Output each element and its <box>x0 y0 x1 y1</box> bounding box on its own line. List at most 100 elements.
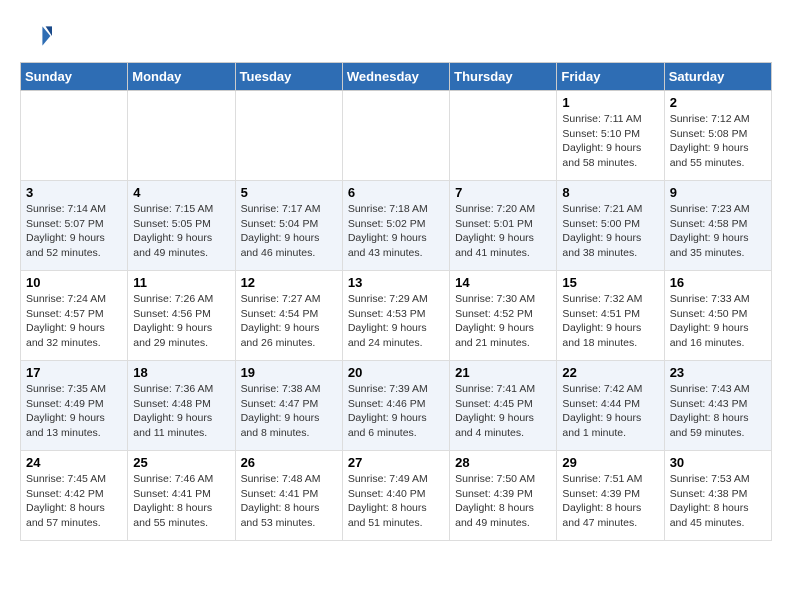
week-row-2: 3 Sunrise: 7:14 AMSunset: 5:07 PMDaylight… <box>21 181 772 271</box>
day-info: Sunrise: 7:39 AMSunset: 4:46 PMDaylight:… <box>348 382 444 441</box>
day-number: 19 <box>241 365 337 380</box>
day-number: 14 <box>455 275 551 290</box>
day-info: Sunrise: 7:29 AMSunset: 4:53 PMDaylight:… <box>348 292 444 351</box>
day-cell <box>128 91 235 181</box>
day-number: 10 <box>26 275 122 290</box>
day-number: 2 <box>670 95 766 110</box>
day-info: Sunrise: 7:38 AMSunset: 4:47 PMDaylight:… <box>241 382 337 441</box>
day-number: 1 <box>562 95 658 110</box>
day-cell: 18 Sunrise: 7:36 AMSunset: 4:48 PMDayligh… <box>128 361 235 451</box>
day-info: Sunrise: 7:12 AMSunset: 5:08 PMDaylight:… <box>670 112 766 171</box>
day-cell: 30 Sunrise: 7:53 AMSunset: 4:38 PMDayligh… <box>664 451 771 541</box>
logo <box>20 20 56 52</box>
day-number: 27 <box>348 455 444 470</box>
day-info: Sunrise: 7:43 AMSunset: 4:43 PMDaylight:… <box>670 382 766 441</box>
day-cell: 5 Sunrise: 7:17 AMSunset: 5:04 PMDaylight… <box>235 181 342 271</box>
day-info: Sunrise: 7:26 AMSunset: 4:56 PMDaylight:… <box>133 292 229 351</box>
day-number: 9 <box>670 185 766 200</box>
day-number: 21 <box>455 365 551 380</box>
day-cell: 17Sunrise: 7:35 AMSunset: 4:49 PMDayligh… <box>21 361 128 451</box>
day-number: 11 <box>133 275 229 290</box>
day-cell: 13Sunrise: 7:29 AMSunset: 4:53 PMDayligh… <box>342 271 449 361</box>
day-cell <box>342 91 449 181</box>
day-number: 24 <box>26 455 122 470</box>
day-cell: 15 Sunrise: 7:32 AMSunset: 4:51 PMDayligh… <box>557 271 664 361</box>
day-number: 15 <box>562 275 658 290</box>
day-cell: 6 Sunrise: 7:18 AMSunset: 5:02 PMDaylight… <box>342 181 449 271</box>
day-cell: 10 Sunrise: 7:24 AMSunset: 4:57 PMDayligh… <box>21 271 128 361</box>
day-info: Sunrise: 7:36 AMSunset: 4:48 PMDaylight:… <box>133 382 229 441</box>
day-number: 30 <box>670 455 766 470</box>
day-cell: 21 Sunrise: 7:41 AMSunset: 4:45 PMDayligh… <box>450 361 557 451</box>
day-info: Sunrise: 7:41 AMSunset: 4:45 PMDaylight:… <box>455 382 551 441</box>
day-cell: 1Sunrise: 7:11 AMSunset: 5:10 PMDaylight… <box>557 91 664 181</box>
col-header-friday: Friday <box>557 63 664 91</box>
day-info: Sunrise: 7:42 AMSunset: 4:44 PMDaylight:… <box>562 382 658 441</box>
day-info: Sunrise: 7:50 AMSunset: 4:39 PMDaylight:… <box>455 472 551 531</box>
day-cell: 11 Sunrise: 7:26 AMSunset: 4:56 PMDayligh… <box>128 271 235 361</box>
logo-icon <box>20 20 52 52</box>
day-cell: 22 Sunrise: 7:42 AMSunset: 4:44 PMDayligh… <box>557 361 664 451</box>
day-cell: 9 Sunrise: 7:23 AMSunset: 4:58 PMDaylight… <box>664 181 771 271</box>
day-number: 4 <box>133 185 229 200</box>
day-info: Sunrise: 7:53 AMSunset: 4:38 PMDaylight:… <box>670 472 766 531</box>
day-info: Sunrise: 7:20 AMSunset: 5:01 PMDaylight:… <box>455 202 551 261</box>
day-info: Sunrise: 7:23 AMSunset: 4:58 PMDaylight:… <box>670 202 766 261</box>
col-header-wednesday: Wednesday <box>342 63 449 91</box>
day-number: 16 <box>670 275 766 290</box>
day-cell: 23 Sunrise: 7:43 AMSunset: 4:43 PMDayligh… <box>664 361 771 451</box>
col-header-sunday: Sunday <box>21 63 128 91</box>
day-number: 6 <box>348 185 444 200</box>
day-cell: 7 Sunrise: 7:20 AMSunset: 5:01 PMDaylight… <box>450 181 557 271</box>
day-cell: 26 Sunrise: 7:48 AMSunset: 4:41 PMDayligh… <box>235 451 342 541</box>
day-cell <box>21 91 128 181</box>
day-number: 5 <box>241 185 337 200</box>
day-info: Sunrise: 7:33 AMSunset: 4:50 PMDaylight:… <box>670 292 766 351</box>
day-info: Sunrise: 7:48 AMSunset: 4:41 PMDaylight:… <box>241 472 337 531</box>
day-number: 8 <box>562 185 658 200</box>
day-cell: 12Sunrise: 7:27 AMSunset: 4:54 PMDayligh… <box>235 271 342 361</box>
day-cell: 20 Sunrise: 7:39 AMSunset: 4:46 PMDayligh… <box>342 361 449 451</box>
day-cell: 19 Sunrise: 7:38 AMSunset: 4:47 PMDayligh… <box>235 361 342 451</box>
day-info: Sunrise: 7:15 AMSunset: 5:05 PMDaylight:… <box>133 202 229 261</box>
day-number: 22 <box>562 365 658 380</box>
day-number: 23 <box>670 365 766 380</box>
day-cell: 29 Sunrise: 7:51 AMSunset: 4:39 PMDayligh… <box>557 451 664 541</box>
day-info: Sunrise: 7:49 AMSunset: 4:40 PMDaylight:… <box>348 472 444 531</box>
week-row-5: 24 Sunrise: 7:45 AMSunset: 4:42 PMDayligh… <box>21 451 772 541</box>
day-number: 7 <box>455 185 551 200</box>
day-number: 12 <box>241 275 337 290</box>
day-cell <box>450 91 557 181</box>
day-info: Sunrise: 7:18 AMSunset: 5:02 PMDaylight:… <box>348 202 444 261</box>
calendar-header: SundayMondayTuesdayWednesdayThursdayFrid… <box>21 63 772 91</box>
day-number: 29 <box>562 455 658 470</box>
day-info: Sunrise: 7:24 AMSunset: 4:57 PMDaylight:… <box>26 292 122 351</box>
header <box>20 20 772 52</box>
day-info: Sunrise: 7:17 AMSunset: 5:04 PMDaylight:… <box>241 202 337 261</box>
day-number: 18 <box>133 365 229 380</box>
day-cell: 14Sunrise: 7:30 AMSunset: 4:52 PMDayligh… <box>450 271 557 361</box>
col-header-monday: Monday <box>128 63 235 91</box>
day-info: Sunrise: 7:51 AMSunset: 4:39 PMDaylight:… <box>562 472 658 531</box>
week-row-3: 10 Sunrise: 7:24 AMSunset: 4:57 PMDayligh… <box>21 271 772 361</box>
day-info: Sunrise: 7:14 AMSunset: 5:07 PMDaylight:… <box>26 202 122 261</box>
week-row-4: 17Sunrise: 7:35 AMSunset: 4:49 PMDayligh… <box>21 361 772 451</box>
week-row-1: 1Sunrise: 7:11 AMSunset: 5:10 PMDaylight… <box>21 91 772 181</box>
day-number: 20 <box>348 365 444 380</box>
day-number: 26 <box>241 455 337 470</box>
day-number: 3 <box>26 185 122 200</box>
col-header-saturday: Saturday <box>664 63 771 91</box>
day-info: Sunrise: 7:45 AMSunset: 4:42 PMDaylight:… <box>26 472 122 531</box>
calendar-table: SundayMondayTuesdayWednesdayThursdayFrid… <box>20 62 772 541</box>
col-header-tuesday: Tuesday <box>235 63 342 91</box>
day-cell: 8Sunrise: 7:21 AMSunset: 5:00 PMDaylight… <box>557 181 664 271</box>
day-cell: 4 Sunrise: 7:15 AMSunset: 5:05 PMDaylight… <box>128 181 235 271</box>
day-cell <box>235 91 342 181</box>
day-info: Sunrise: 7:32 AMSunset: 4:51 PMDaylight:… <box>562 292 658 351</box>
col-header-thursday: Thursday <box>450 63 557 91</box>
day-cell: 16 Sunrise: 7:33 AMSunset: 4:50 PMDayligh… <box>664 271 771 361</box>
day-cell: 2 Sunrise: 7:12 AMSunset: 5:08 PMDaylight… <box>664 91 771 181</box>
day-cell: 27 Sunrise: 7:49 AMSunset: 4:40 PMDayligh… <box>342 451 449 541</box>
calendar-body: 1Sunrise: 7:11 AMSunset: 5:10 PMDaylight… <box>21 91 772 541</box>
day-cell: 28Sunrise: 7:50 AMSunset: 4:39 PMDayligh… <box>450 451 557 541</box>
